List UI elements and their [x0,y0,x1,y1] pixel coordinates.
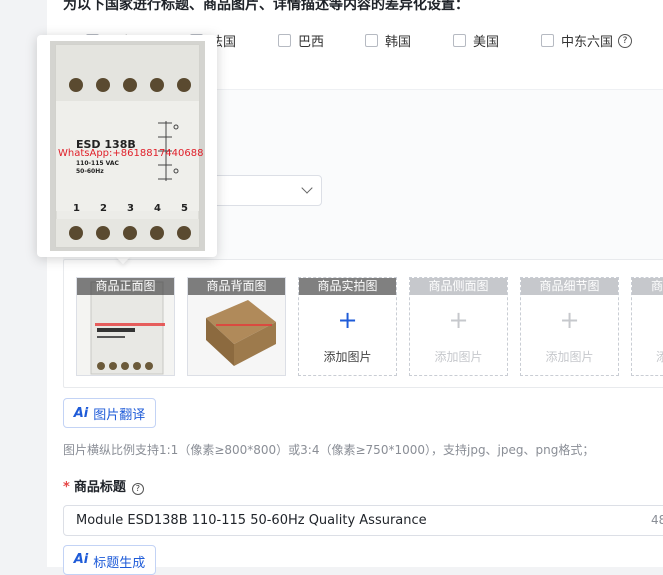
product-title-text: 商品标题 [73,480,126,495]
add-image-text: 添加图片 [632,348,663,365]
image-preview-popover: ESD 138B 110-115 VAC 50-60Hz WhatsApp:+8… [37,35,217,257]
checkbox-box[interactable] [365,34,378,47]
slot-label: 商品细节图 [521,278,618,295]
title-generate-label: 标题生成 [93,556,146,571]
terminal-number: 3 [127,203,134,214]
image-slot-real-shot[interactable]: 商品实拍图 + 添加图片 [298,277,397,376]
section-heading: 为以下国家进行标题、商品图片、详情描述等内容的差异化设置： [63,0,469,13]
checkbox-box[interactable] [278,34,291,47]
slot-label: 商品 [632,278,663,295]
image-slot-back[interactable]: 商品背面图 [187,277,286,376]
image-slot-side[interactable]: 商品侧面图 + 添加图片 [409,277,508,376]
required-mark: * [63,480,70,495]
image-slot-front[interactable]: 商品正面图 [76,277,175,376]
product-title-input[interactable]: Module ESD138B 110-115 50-60Hz Quality A… [63,505,663,536]
title-char-count: 48 [651,513,663,527]
checkbox-usa[interactable]: 美国 [453,31,499,50]
add-image-text: 添加图片 [434,350,483,364]
plus-icon[interactable]: + [521,308,618,332]
terminal-number: 4 [154,203,161,214]
terminal-number: 2 [100,203,107,214]
device-spec-frequency: 50-60Hz [76,168,104,175]
ai-icon: Ai [73,552,89,567]
plus-icon[interactable]: + [299,308,396,332]
esd138b-product-photo: ESD 138B 110-115 VAC 50-60Hz WhatsApp:+8… [50,41,205,251]
slot-label: 商品实拍图 [299,278,396,295]
image-format-hint: 图片横纵比例支持1:1（像素≥800*800）或3:4（像素≥750*1000）… [63,443,595,457]
add-image-text: 添加图片 [323,350,372,364]
checkbox-box[interactable] [453,34,466,47]
terminal-number: 1 [73,203,80,214]
checkbox-box[interactable] [541,34,554,47]
checkbox-brazil[interactable]: 巴西 [278,31,324,50]
checkbox-label: 中东六国 [561,35,614,50]
checkbox-label: 巴西 [298,35,325,50]
add-image-text: 添加图片 [545,350,594,364]
checkbox-label: 美国 [473,35,500,50]
preview-image: ESD 138B 110-115 VAC 50-60Hz WhatsApp:+8… [50,41,205,251]
question-circle-icon[interactable]: ? [131,482,144,495]
checkbox-middle-east[interactable]: 中东六国? [541,31,633,50]
question-circle-icon[interactable]: ? [618,33,633,48]
image-translate-button[interactable]: Ai 图片翻译 [63,398,156,428]
chevron-down-icon [301,182,313,194]
watermark-text: WhatsApp:+8618817440688 [58,148,203,159]
terminal-number: 5 [181,203,188,214]
product-title-label: * 商品标题? [63,476,144,495]
checkbox-korea[interactable]: 韩国 [365,31,411,50]
title-generate-button[interactable]: Ai 标题生成 [63,545,156,575]
device-spec-voltage: 110-115 VAC [76,160,120,167]
slot-label: 商品正面图 [77,278,174,295]
dropdown-select[interactable] [203,175,322,206]
image-slot-more[interactable]: 商品 添加图片 [631,277,663,376]
plus-icon[interactable]: + [410,308,507,332]
image-translate-label: 图片翻译 [93,407,146,423]
slot-label: 商品侧面图 [410,278,507,295]
ai-icon: Ai [73,405,89,421]
slot-label: 商品背面图 [188,278,285,295]
image-slot-detail[interactable]: 商品细节图 + 添加图片 [520,277,619,376]
checkbox-label: 韩国 [385,35,412,50]
